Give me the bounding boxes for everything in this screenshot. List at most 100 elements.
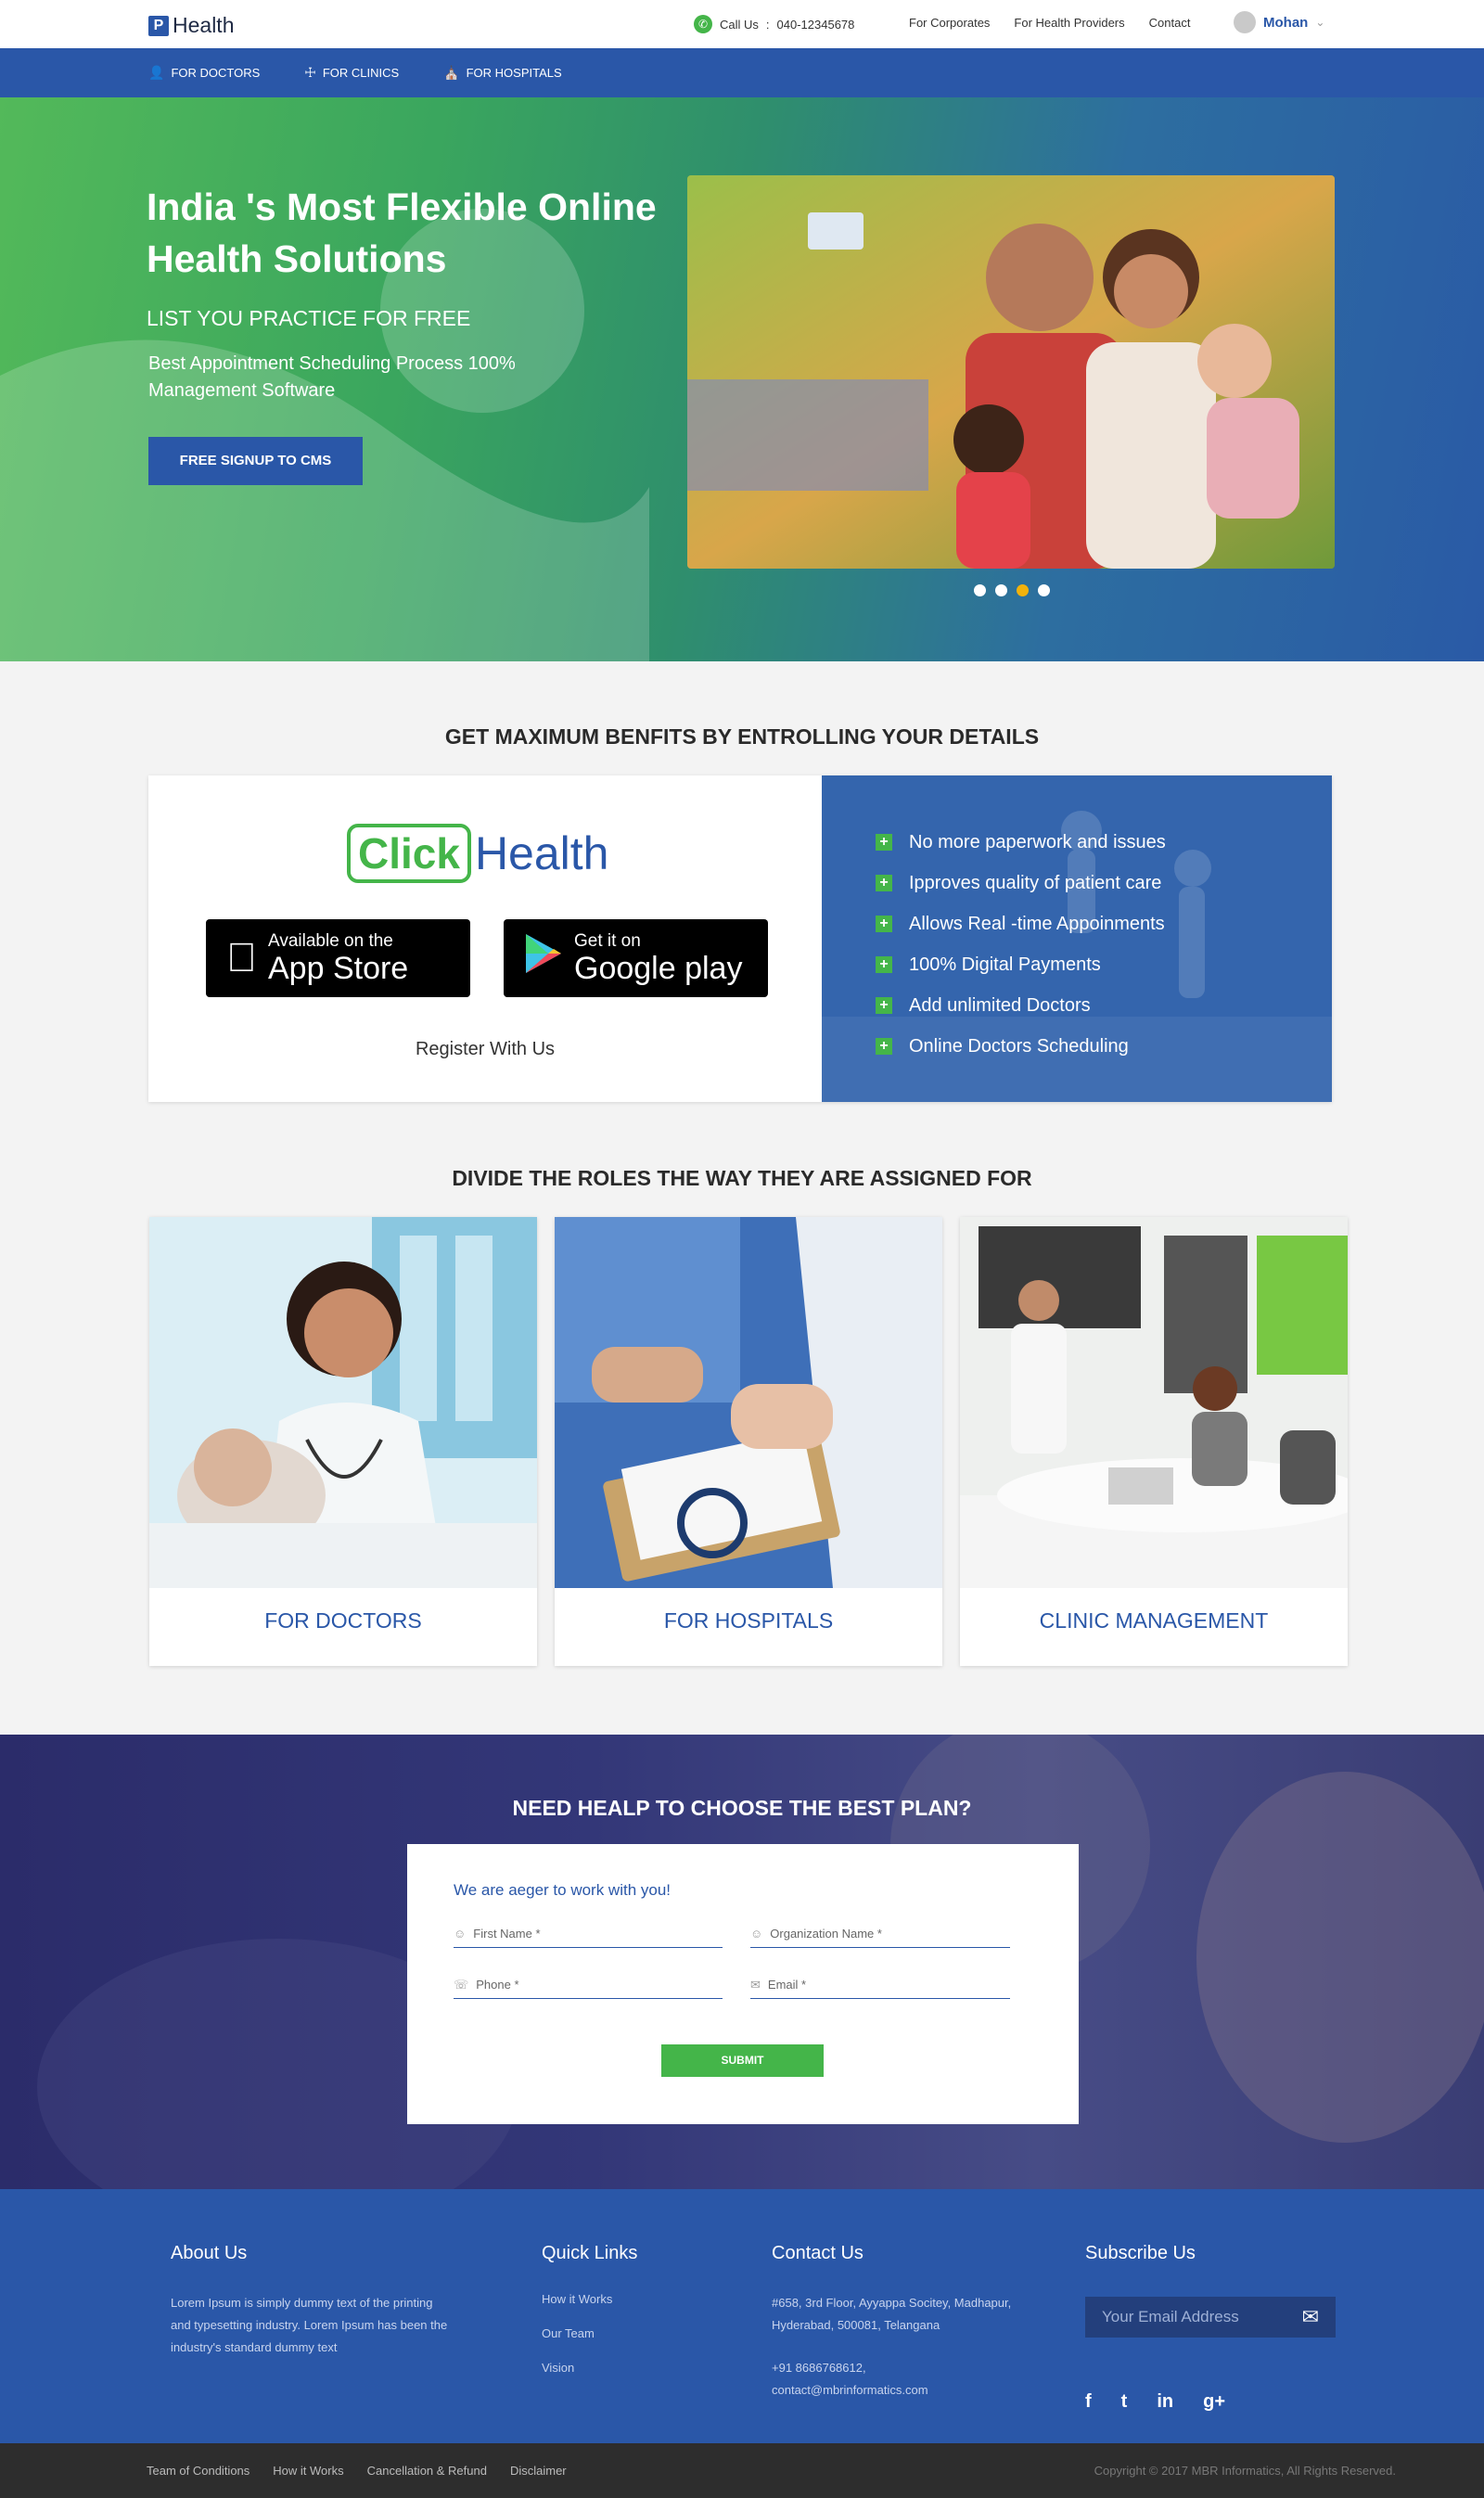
link-disclaimer[interactable]: Disclaimer xyxy=(510,2464,567,2478)
footer-about-text: Lorem Ipsum is simply dummy text of the … xyxy=(171,2296,448,2354)
link-for-corporates[interactable]: For Corporates xyxy=(909,16,990,30)
link-contact[interactable]: Contact xyxy=(1149,16,1191,30)
footer-email[interactable]: contact@mbrinformatics.com xyxy=(772,2379,1041,2402)
user-name: Mohan xyxy=(1263,14,1309,31)
footer-quick-links: Quick Links How it Works Our Team Vision xyxy=(542,2243,727,2395)
footer-about-title: About Us xyxy=(171,2243,248,2263)
apple-icon:  xyxy=(226,935,257,981)
google-play-big: Google play xyxy=(574,951,743,986)
google-play-icon xyxy=(524,932,563,985)
email-field[interactable]: ✉ Email * xyxy=(750,1971,1010,1999)
call-number[interactable]: 040-12345678 xyxy=(777,18,855,32)
benefits-list-panel: + No more paperwork and issues + Ipproves … xyxy=(822,775,1332,1102)
plus-icon: + xyxy=(876,1038,892,1055)
nav-for-clinics[interactable]: ☩ FOR CLINICS xyxy=(304,65,399,81)
list-item: + Allows Real -time Appoinments xyxy=(876,903,1166,944)
benefits-title: GET MAXIMUM BENFITS BY ENTROLLING YOUR D… xyxy=(444,724,1040,749)
footer-link-how-it-works[interactable]: How it Works xyxy=(542,2292,727,2326)
logo-health-word: Health xyxy=(474,827,609,879)
footer-quick-title: Quick Links xyxy=(542,2243,638,2263)
roles-title: DIVIDE THE ROLES THE WAY THEY ARE ASSIGN… xyxy=(452,1166,1032,1190)
clickhealth-logo: Click Health xyxy=(347,824,608,883)
top-links: For Corporates For Health Providers Cont… xyxy=(909,16,1190,30)
clinic-meeting-photo xyxy=(960,1217,1348,1588)
plus-icon: + xyxy=(876,834,892,851)
form-heading: We are aeger to work with you! xyxy=(454,1881,672,1899)
nav-label: FOR DOCTORS xyxy=(171,66,261,80)
footer-link-vision[interactable]: Vision xyxy=(542,2361,727,2395)
legal-links: Team of Conditions How it Works Cancella… xyxy=(147,2443,567,2498)
link-for-health-providers[interactable]: For Health Providers xyxy=(1014,16,1124,30)
organization-placeholder: Organization Name * xyxy=(770,1927,882,1941)
list-item: + Add unlimited Doctors xyxy=(876,985,1166,1026)
hero-description: Best Appointment Scheduling Process 100%… xyxy=(148,353,516,401)
user-icon: ☺ xyxy=(454,1927,467,1941)
subscribe-input[interactable]: Your Email Address ✉ xyxy=(1085,2297,1336,2338)
twitter-icon[interactable]: t xyxy=(1121,2391,1128,2413)
carousel-dots xyxy=(974,584,1050,596)
facebook-icon[interactable]: f xyxy=(1085,2391,1092,2413)
hero-title: India 's Most Flexible Online Health Sol… xyxy=(147,186,657,280)
phone-field[interactable]: ☏ Phone * xyxy=(454,1971,723,1999)
hero-banner: India 's Most Flexible Online Health Sol… xyxy=(0,97,1484,661)
app-download-panel: Click Health  Available on the App Stor… xyxy=(148,775,822,1102)
logo-mark: P xyxy=(148,15,169,36)
free-signup-button[interactable]: FREE SIGNUP TO CMS xyxy=(148,437,363,485)
contact-band: NEED HEALP TO CHOOSE THE BEST PLAN? We a… xyxy=(0,1735,1484,2189)
link-terms[interactable]: Team of Conditions xyxy=(147,2464,249,2478)
link-how-it-works[interactable]: How it Works xyxy=(273,2464,343,2478)
bottom-bar: Team of Conditions How it Works Cancella… xyxy=(0,2443,1484,2498)
benefits-list: + No more paperwork and issues + Ipproves … xyxy=(876,822,1166,1067)
call-label: Call Us xyxy=(720,17,759,32)
logo[interactable]: P Health xyxy=(148,13,234,38)
footer: About Us Lorem Ipsum is simply dummy tex… xyxy=(0,2189,1484,2443)
role-card-clinic[interactable]: CLINIC MANAGEMENT xyxy=(960,1217,1348,1666)
carousel-dot[interactable] xyxy=(974,584,986,596)
social-links: f t in g+ xyxy=(1085,2391,1225,2413)
first-name-field[interactable]: ☺ First Name * xyxy=(454,1920,723,1948)
carousel-dot-active[interactable] xyxy=(1017,584,1029,596)
contact-form: We are aeger to work with you! ☺ First N… xyxy=(407,1844,1079,2124)
email-placeholder: Email * xyxy=(767,1978,807,1992)
hospital-icon: ⛪ xyxy=(443,65,460,80)
carousel-dot[interactable] xyxy=(995,584,1007,596)
benefits-card: Click Health  Available on the App Stor… xyxy=(148,775,1332,1102)
google-play-button[interactable]: Get it on Google play xyxy=(504,919,768,997)
footer-subscribe: Subscribe Us Your Email Address ✉ f t in… xyxy=(1085,2243,1336,2447)
footer-contact-title: Contact Us xyxy=(772,2243,864,2263)
logo-click-word: Click xyxy=(347,824,471,883)
list-item: + No more paperwork and issues xyxy=(876,822,1166,863)
plus-icon: + xyxy=(876,875,892,891)
footer-phone[interactable]: +91 8686768612, xyxy=(772,2357,1041,2379)
organization-field[interactable]: ☺ Organization Name * xyxy=(750,1920,1010,1948)
footer-address: #658, 3rd Floor, Ayyappa Socitey, Madhap… xyxy=(772,2296,1012,2332)
footer-link-our-team[interactable]: Our Team xyxy=(542,2326,727,2361)
avatar xyxy=(1234,11,1256,33)
link-cancellation-refund[interactable]: Cancellation & Refund xyxy=(367,2464,487,2478)
app-store-button[interactable]:  Available on the App Store xyxy=(206,919,470,997)
submit-button[interactable]: SUBMIT xyxy=(661,2044,824,2077)
mail-icon[interactable]: ✉ xyxy=(1302,2305,1319,2329)
nav-for-hospitals[interactable]: ⛪ FOR HOSPITALS xyxy=(443,65,562,81)
google-plus-icon[interactable]: g+ xyxy=(1203,2391,1225,2413)
footer-about: About Us Lorem Ipsum is simply dummy tex… xyxy=(171,2243,449,2359)
user-menu[interactable]: Mohan ⌄ xyxy=(1234,11,1324,33)
phone-icon: ☏ xyxy=(454,1977,469,1992)
role-label: FOR DOCTORS xyxy=(264,1608,422,1633)
call-separator: : xyxy=(765,17,770,32)
copyright: Copyright © 2017 MBR Informatics, All Ri… xyxy=(1094,2464,1396,2478)
plus-icon: + xyxy=(876,956,892,973)
carousel-dot[interactable] xyxy=(1038,584,1050,596)
nav-for-doctors[interactable]: 👤 FOR DOCTORS xyxy=(148,65,260,81)
hero-subtitle: LIST YOU PRACTICE FOR FREE xyxy=(147,306,471,330)
role-label: FOR HOSPITALS xyxy=(663,1608,834,1633)
first-name-placeholder: First Name * xyxy=(473,1927,541,1941)
register-link[interactable]: Register With Us xyxy=(148,1039,822,1060)
benefit-text: 100% Digital Payments xyxy=(909,954,1101,975)
app-store-big: App Store xyxy=(237,951,408,986)
linkedin-icon[interactable]: in xyxy=(1157,2391,1173,2413)
role-card-hospitals[interactable]: FOR HOSPITALS xyxy=(555,1217,942,1666)
benefit-text: Online Doctors Scheduling xyxy=(909,1035,1129,1057)
role-card-doctors[interactable]: FOR DOCTORS xyxy=(149,1217,537,1666)
list-item: + Ipproves quality of patient care xyxy=(876,863,1166,903)
